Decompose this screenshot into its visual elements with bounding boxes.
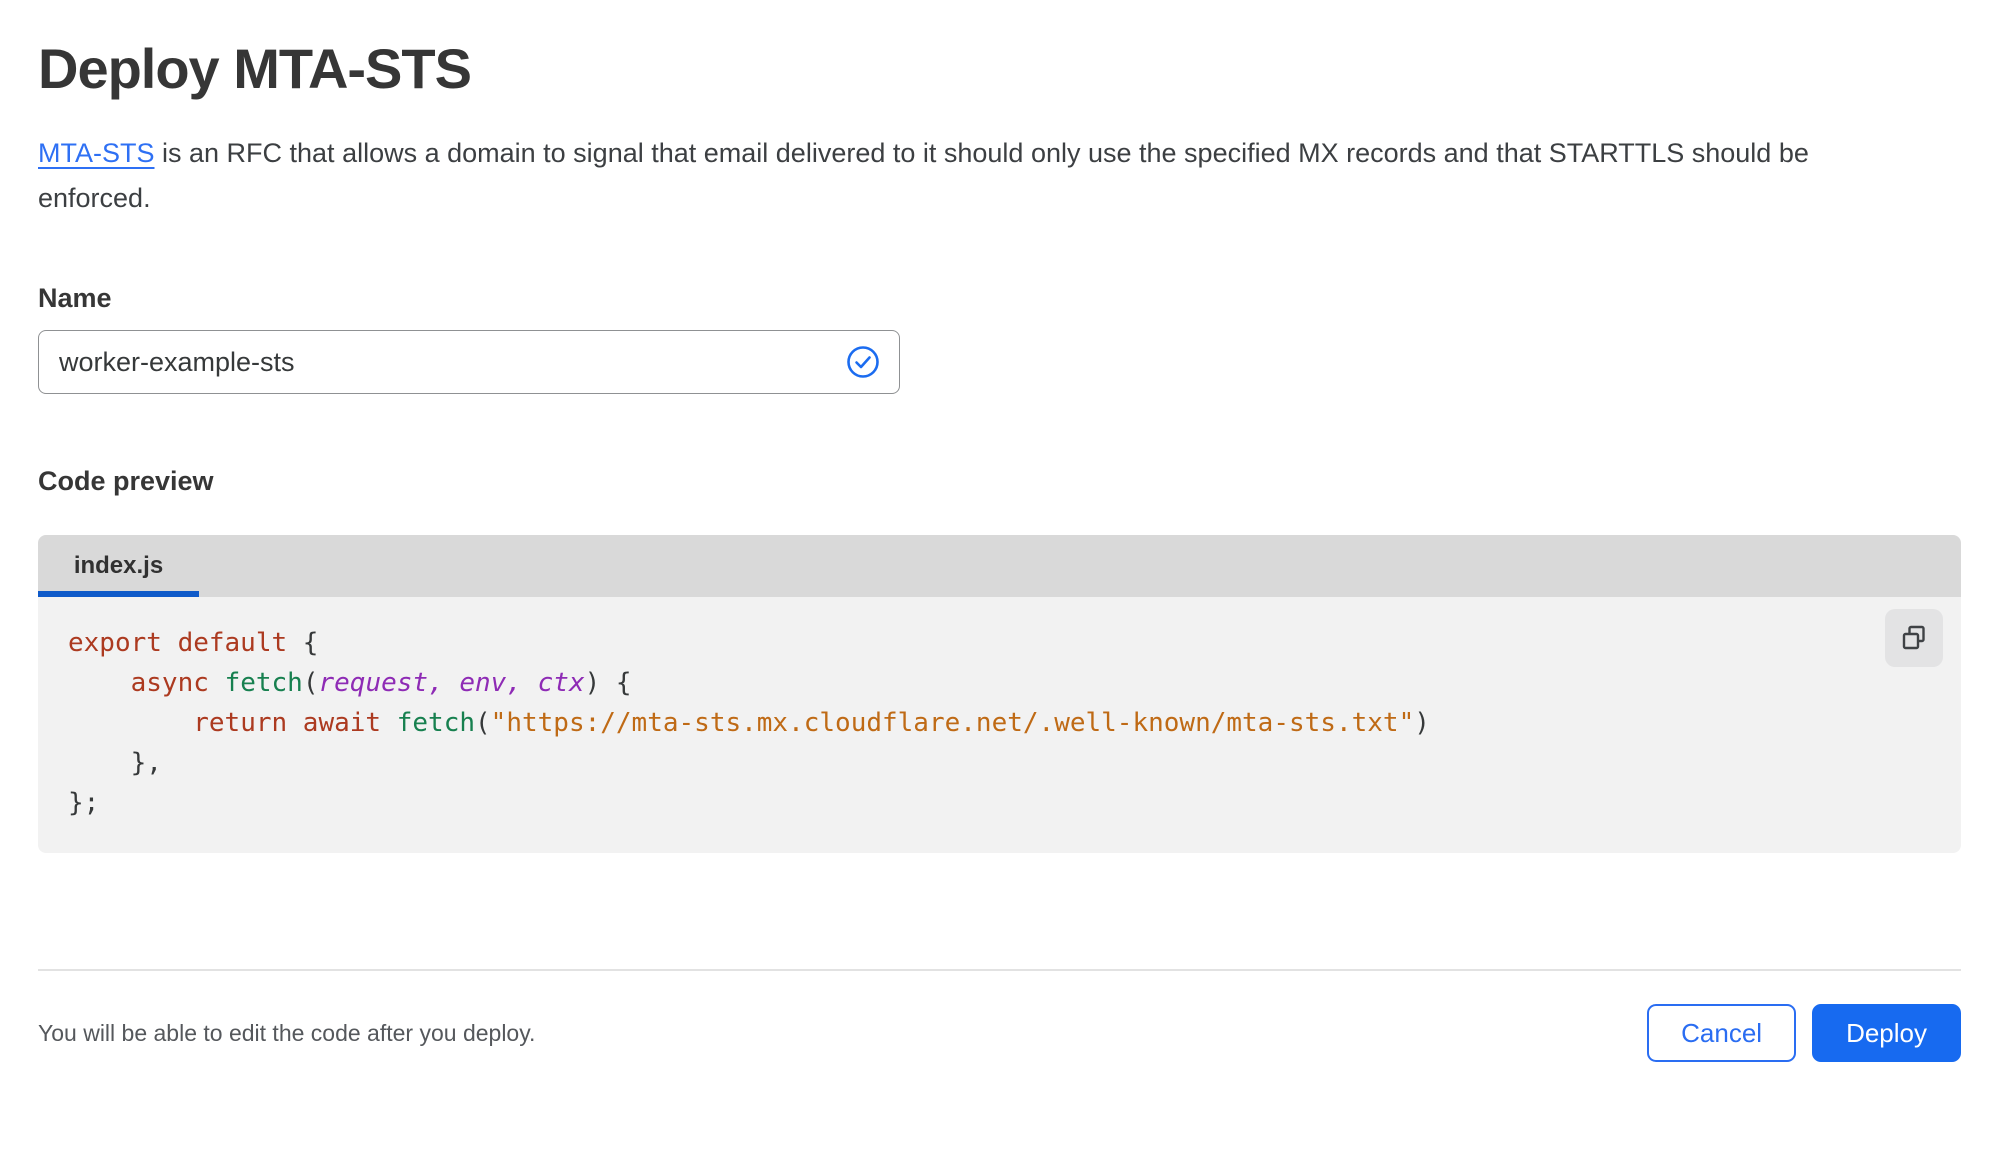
name-input[interactable] xyxy=(38,330,900,394)
tab-index-js[interactable]: index.js xyxy=(38,535,199,597)
description-text: is an RFC that allows a domain to signal… xyxy=(38,138,1809,213)
deploy-mta-sts-page: Deploy MTA-STS MTA-STS is an RFC that al… xyxy=(0,36,1999,1095)
deploy-button[interactable]: Deploy xyxy=(1812,1004,1961,1062)
footer: You will be able to edit the code after … xyxy=(38,971,1961,1095)
name-input-wrap xyxy=(38,330,900,394)
footer-actions: Cancel Deploy xyxy=(1647,1004,1961,1062)
tab-label: index.js xyxy=(73,552,164,579)
code-area: export default { async fetch(request, en… xyxy=(38,597,1961,853)
cancel-button[interactable]: Cancel xyxy=(1647,1004,1797,1062)
page-title: Deploy MTA-STS xyxy=(38,37,472,100)
mta-sts-link[interactable]: MTA-STS xyxy=(38,138,155,168)
code-tab-bar: index.js xyxy=(38,535,1961,597)
footer-note: You will be able to edit the code after … xyxy=(38,1019,536,1046)
check-circle-icon xyxy=(846,345,880,379)
copy-button[interactable] xyxy=(1885,609,1943,667)
name-label: Name xyxy=(38,283,112,313)
code-preview-label: Code preview xyxy=(38,466,214,496)
code-preview-card: index.js export default { async fetch(re… xyxy=(38,535,1961,853)
description: MTA-STS is an RFC that allows a domain t… xyxy=(38,131,1898,221)
code-block: export default { async fetch(request, en… xyxy=(68,628,1430,818)
copy-icon xyxy=(1899,623,1929,653)
